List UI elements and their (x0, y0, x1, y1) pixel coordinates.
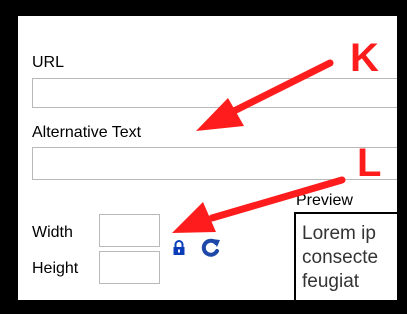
preview-line: consecte (302, 247, 379, 268)
preview-label: Preview (296, 192, 353, 209)
callout-l: L (357, 141, 382, 185)
alt-text-field[interactable] (32, 147, 397, 180)
callout-k: K (350, 36, 379, 80)
alt-text-label: Alternative Text (32, 124, 142, 141)
preview-text: Lorem ip consecte feugiat (302, 222, 397, 294)
lock-icon-graphic (173, 240, 185, 255)
image-properties-panel: URL Alternative Text Width Height Previe… (18, 16, 397, 300)
refresh-icon[interactable] (199, 237, 221, 259)
width-label: Width (32, 224, 73, 241)
preview-line: feugiat (302, 271, 360, 292)
width-input[interactable] (100, 215, 159, 246)
url-input[interactable] (33, 79, 397, 107)
preview-line: Lorem ip (302, 223, 376, 244)
url-field[interactable] (32, 78, 397, 108)
url-label: URL (32, 54, 65, 71)
alt-text-input[interactable] (33, 148, 397, 179)
preview-box: Lorem ip consecte feugiat (294, 212, 397, 300)
screenshot-frame: URL Alternative Text Width Height Previe… (0, 0, 407, 314)
height-field[interactable] (99, 251, 160, 284)
lock-icon[interactable] (172, 240, 186, 256)
height-input[interactable] (100, 252, 159, 283)
height-label: Height (32, 260, 79, 277)
width-field[interactable] (99, 214, 160, 247)
refresh-icon-graphic (201, 238, 220, 257)
